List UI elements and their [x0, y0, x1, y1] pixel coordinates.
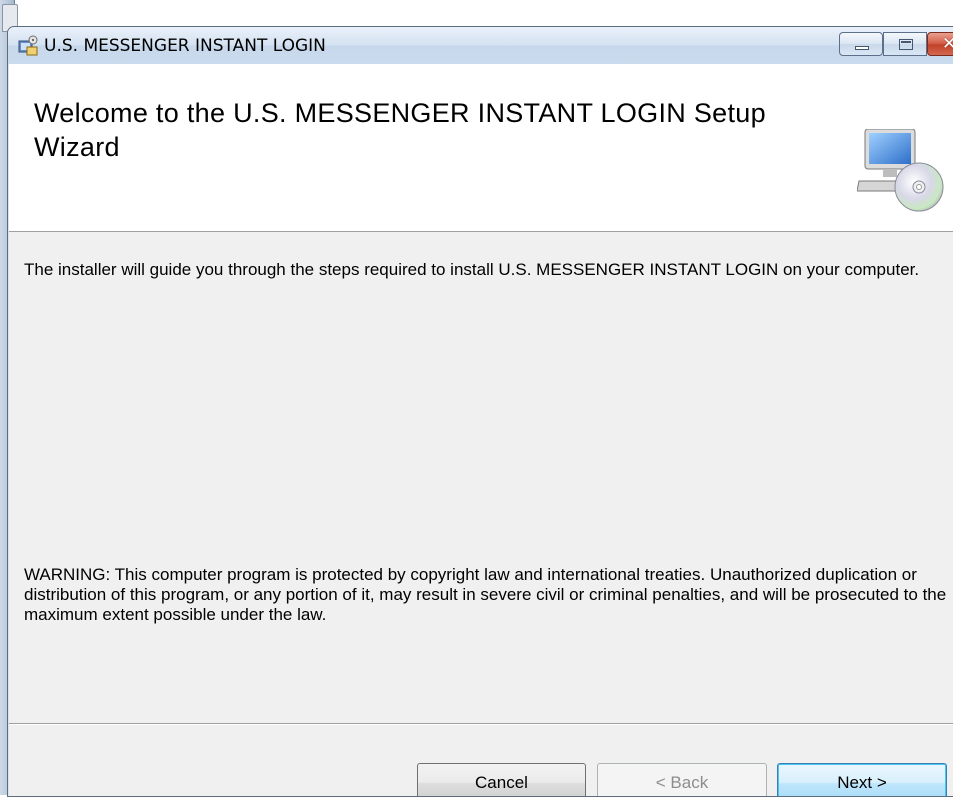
maximize-icon — [899, 39, 913, 50]
close-button[interactable]: ✕ — [927, 32, 953, 56]
window-title: U.S. MESSENGER INSTANT LOGIN — [44, 36, 326, 56]
button-separator — [9, 723, 953, 725]
banner-title: Welcome to the U.S. MESSENGER INSTANT LO… — [34, 98, 766, 162]
wizard-banner: Welcome to the U.S. MESSENGER INSTANT LO… — [9, 64, 953, 232]
installer-app-icon — [18, 35, 38, 56]
minimize-icon — [855, 46, 869, 50]
copyright-warning: WARNING: This computer program is protec… — [24, 565, 947, 624]
cancel-button[interactable]: Cancel — [417, 763, 586, 796]
installer-window: U.S. MESSENGER INSTANT LOGIN ✕ Welcome t… — [7, 26, 953, 797]
next-button[interactable]: Next > — [777, 763, 947, 796]
back-button[interactable]: < Back — [597, 763, 767, 796]
close-icon: ✕ — [942, 34, 953, 54]
computer-cd-icon — [857, 129, 944, 212]
maximize-button[interactable] — [883, 32, 927, 56]
wizard-content: The installer will guide you through the… — [9, 232, 953, 796]
intro-text: The installer will guide you through the… — [24, 260, 920, 279]
minimize-button[interactable] — [839, 32, 883, 56]
title-bar[interactable]: U.S. MESSENGER INSTANT LOGIN ✕ — [8, 27, 953, 64]
